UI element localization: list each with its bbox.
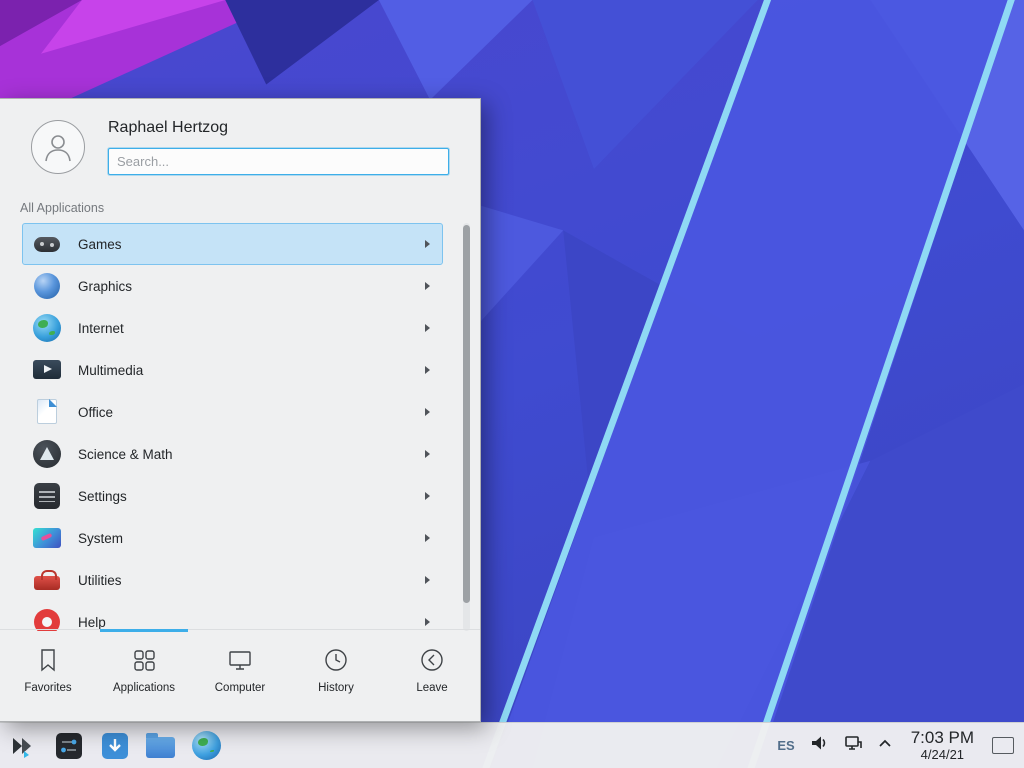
category-label: Settings (78, 489, 410, 504)
chevron-right-icon (425, 450, 430, 458)
games-icon (31, 228, 63, 260)
digital-clock[interactable]: 7:03 PM 4/24/21 (911, 728, 974, 762)
taskbar-launchers (6, 729, 223, 762)
multimedia-icon (31, 354, 63, 386)
tab-applications[interactable]: Applications (96, 630, 192, 721)
category-label: Graphics (78, 279, 410, 294)
category-graphics[interactable]: Graphics (22, 265, 443, 307)
tab-label: Favorites (24, 682, 71, 694)
system-tray: ES 7:03 PM 4/24/21 (777, 728, 1018, 762)
launcher-footer-tabs: Favorites Applications Computer (0, 629, 480, 721)
app-launcher-icon[interactable] (6, 729, 39, 762)
category-label: System (78, 531, 410, 546)
desktop: Raphael Hertzog All Applications Games G… (0, 0, 1024, 768)
settings-icon (31, 480, 63, 512)
category-office[interactable]: Office (22, 391, 443, 433)
chevron-right-icon (425, 408, 430, 416)
app-launcher-glyph (8, 731, 38, 761)
network-icon[interactable] (843, 733, 863, 758)
science-icon (31, 438, 63, 470)
globe-glyph (192, 731, 221, 760)
task-manager-icon[interactable] (52, 729, 85, 762)
chevron-right-icon (425, 618, 430, 626)
active-tab-indicator (100, 629, 188, 632)
category-system[interactable]: System (22, 517, 443, 559)
category-list: Games Graphics Internet Multimedia Offic (0, 223, 480, 631)
task-manager-glyph (54, 731, 84, 761)
tab-computer[interactable]: Computer (192, 630, 288, 721)
user-name: Raphael Hertzog (108, 119, 228, 137)
system-icon (31, 522, 63, 554)
chevron-right-icon (425, 366, 430, 374)
taskbar: ES 7:03 PM 4/24/21 (0, 722, 1024, 768)
tab-label: Computer (215, 682, 266, 694)
category-label: Science & Math (78, 447, 410, 462)
chevron-right-icon (425, 492, 430, 500)
keyboard-layout-indicator[interactable]: ES (777, 738, 794, 753)
internet-icon (31, 312, 63, 344)
user-icon (41, 130, 75, 164)
scrollbar-handle[interactable] (463, 225, 470, 603)
file-manager-icon[interactable] (144, 729, 177, 762)
bookmark-icon (35, 647, 61, 673)
chevron-right-icon (425, 576, 430, 584)
web-browser-icon[interactable] (190, 729, 223, 762)
section-label: All Applications (20, 201, 104, 215)
folder-glyph (146, 737, 175, 758)
tab-label: Leave (416, 682, 447, 694)
category-help[interactable]: Help (22, 601, 443, 631)
chevron-right-icon (425, 324, 430, 332)
show-desktop-icon[interactable] (992, 737, 1014, 754)
office-icon (31, 396, 63, 428)
category-utilities[interactable]: Utilities (22, 559, 443, 601)
category-label: Internet (78, 321, 410, 336)
clock-date: 4/24/21 (921, 748, 964, 763)
user-avatar[interactable] (31, 120, 85, 174)
speaker-icon[interactable] (809, 733, 829, 758)
graphics-icon (31, 270, 63, 302)
tab-leave[interactable]: Leave (384, 630, 480, 721)
category-label: Games (78, 237, 410, 252)
category-label: Utilities (78, 573, 410, 588)
launcher-header: Raphael Hertzog (0, 99, 480, 199)
tab-favorites[interactable]: Favorites (0, 630, 96, 721)
chevron-right-icon (425, 534, 430, 542)
utilities-icon (31, 564, 63, 596)
search-input[interactable] (108, 148, 449, 175)
category-settings[interactable]: Settings (22, 475, 443, 517)
software-center-icon[interactable] (98, 729, 131, 762)
grid-icon (131, 647, 157, 673)
category-label: Office (78, 405, 410, 420)
help-icon (31, 606, 63, 631)
category-multimedia[interactable]: Multimedia (22, 349, 443, 391)
category-science-math[interactable]: Science & Math (22, 433, 443, 475)
chevron-up-icon[interactable] (877, 736, 893, 754)
tab-history[interactable]: History (288, 630, 384, 721)
category-internet[interactable]: Internet (22, 307, 443, 349)
application-launcher-menu: Raphael Hertzog All Applications Games G… (0, 98, 481, 722)
software-center-glyph (100, 731, 130, 761)
tab-label: Applications (113, 682, 175, 694)
tab-label: History (318, 682, 354, 694)
leave-icon (419, 647, 445, 673)
clock-time: 7:03 PM (911, 728, 974, 748)
category-label: Multimedia (78, 363, 410, 378)
scrollbar-track[interactable] (463, 223, 470, 631)
category-games[interactable]: Games (22, 223, 443, 265)
chevron-right-icon (425, 240, 430, 248)
chevron-right-icon (425, 282, 430, 290)
clock-icon (323, 647, 349, 673)
monitor-icon (227, 647, 253, 673)
category-label: Help (78, 615, 410, 630)
